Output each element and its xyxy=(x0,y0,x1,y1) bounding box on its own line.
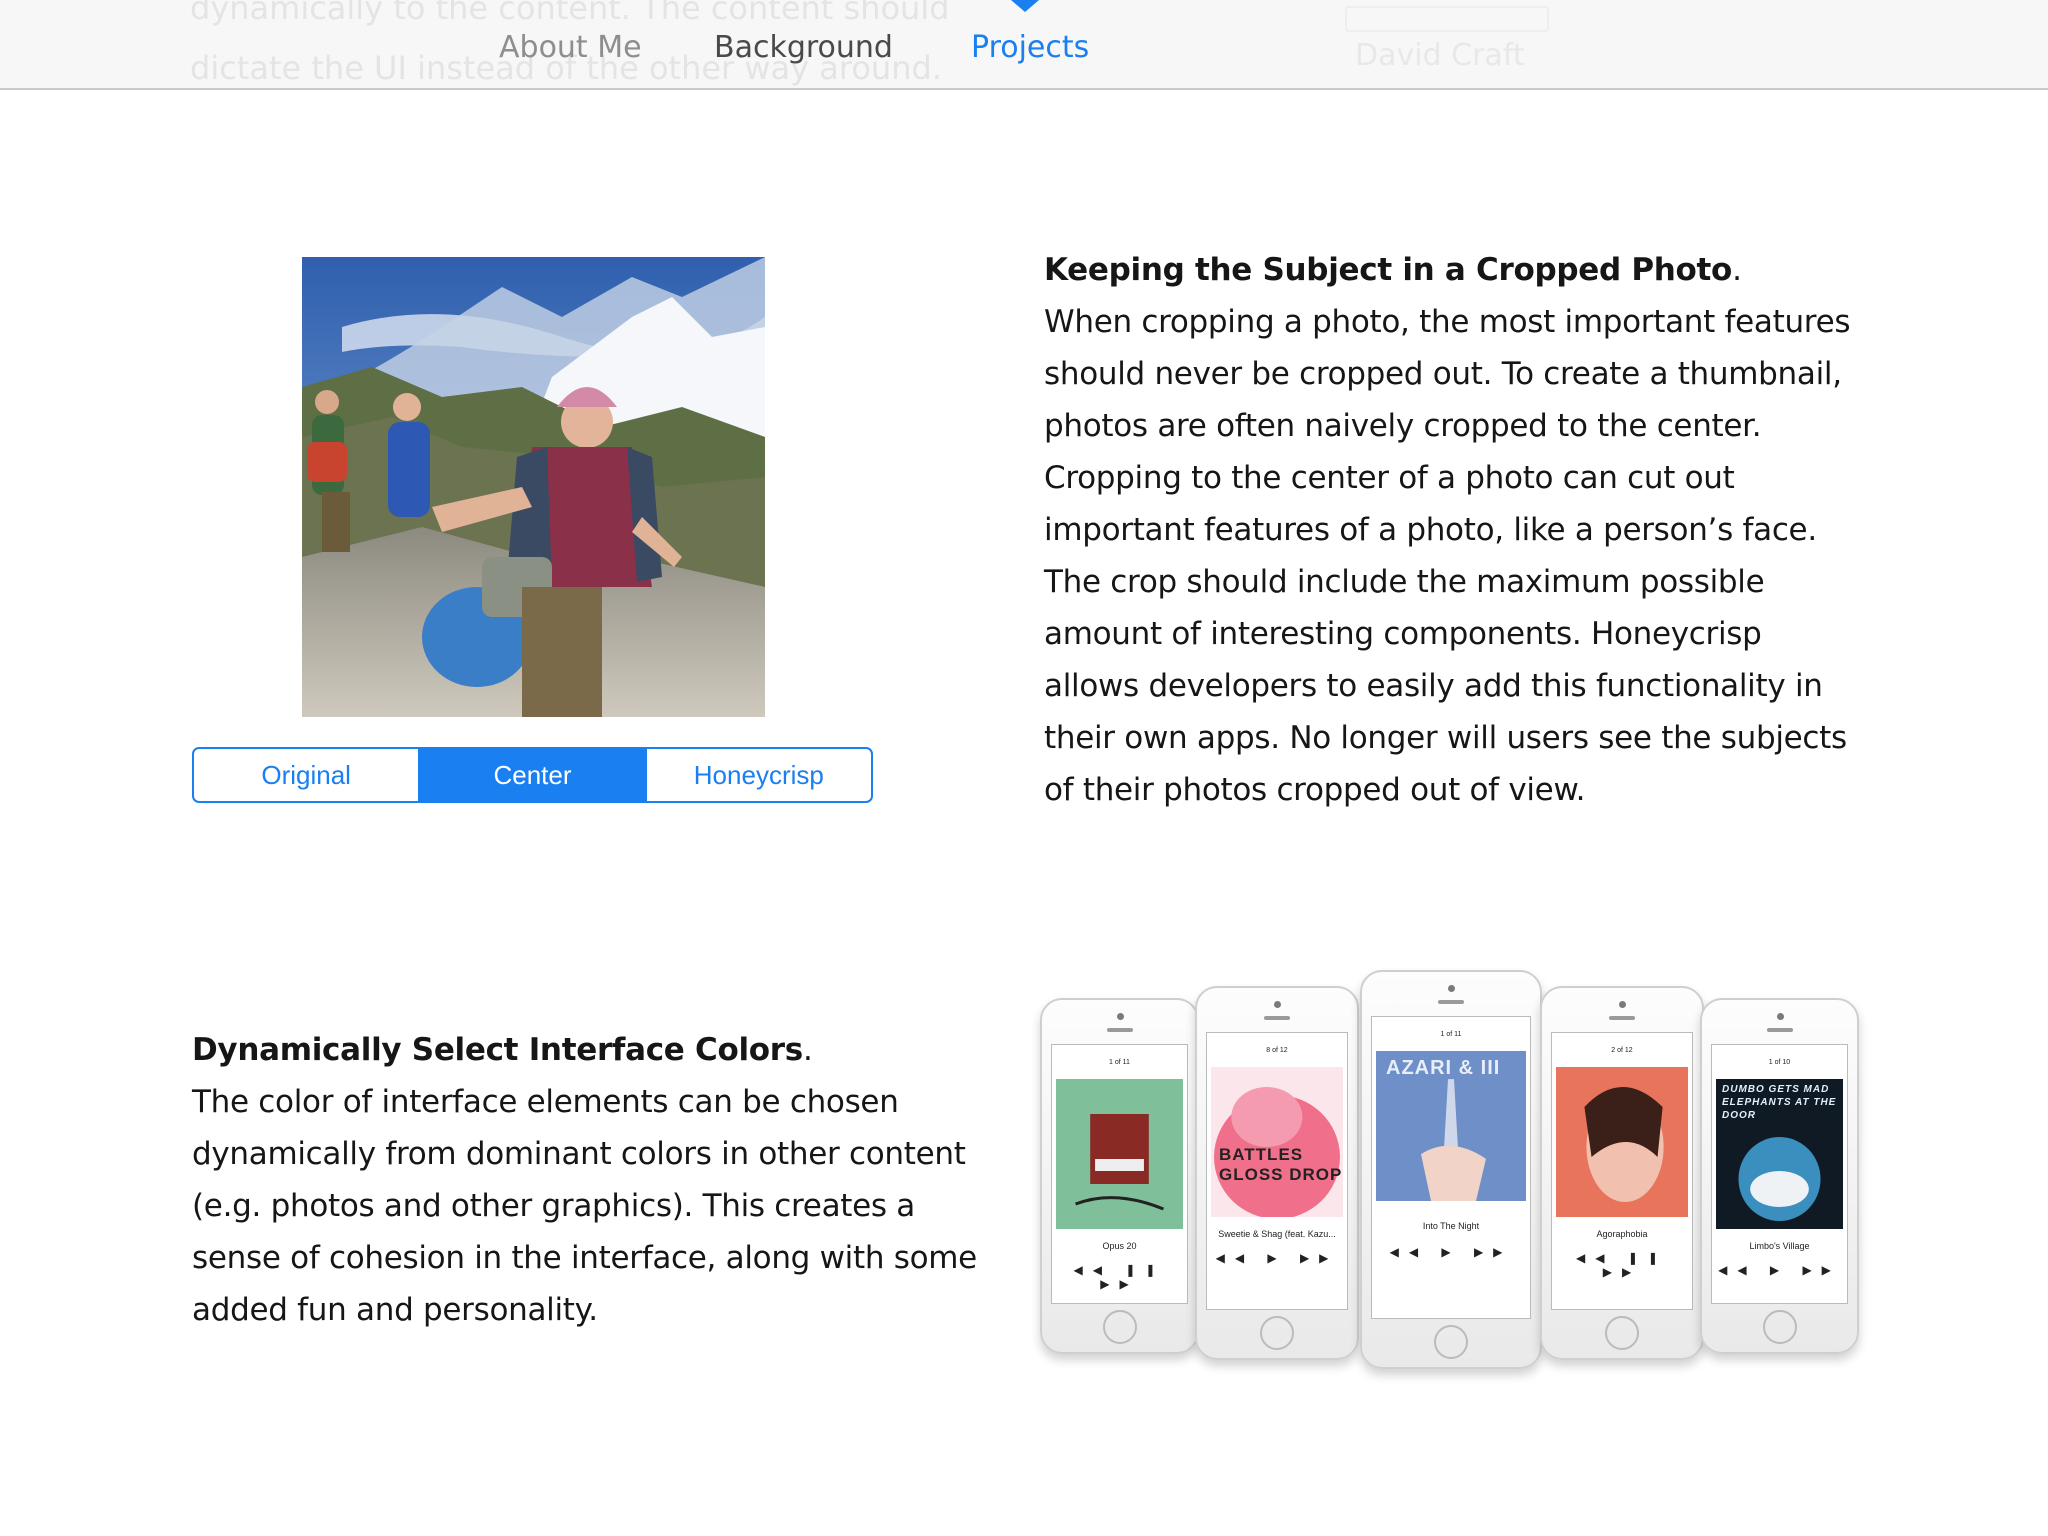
home-button-icon xyxy=(1434,1325,1468,1359)
playback-controls-icon: ◀◀ ▶ ▶▶ xyxy=(1215,1251,1339,1265)
phone-screen: 8 of 12 BATTLES GLOSS DROP Sweetie & Sha… xyxy=(1206,1032,1348,1310)
home-button-icon xyxy=(1605,1316,1639,1350)
colors-description: Dynamically Select Interface Colors. The… xyxy=(192,1024,992,1336)
iphone-1: 1 of 11 Opus 20 ◀◀ ❚❚ ▶▶ xyxy=(1040,998,1199,1354)
title-period: . xyxy=(802,1032,813,1068)
phone-screen: 1 of 11 Opus 20 ◀◀ ❚❚ ▶▶ xyxy=(1051,1044,1188,1304)
active-tab-caret-icon xyxy=(1011,0,1039,12)
colors-section-title: Dynamically Select Interface Colors xyxy=(192,1032,803,1068)
camera-icon xyxy=(1116,1013,1124,1020)
album-art-text: DUMBO GETS MAD ELEPHANTS AT THE DOOR xyxy=(1722,1084,1837,1121)
track-title: Agoraphobia xyxy=(1596,1229,1648,1239)
colors-section-body: The color of interface elements can be c… xyxy=(192,1084,977,1328)
crop-section-body: When cropping a photo, the most importan… xyxy=(1044,304,1851,808)
iphone-4: 2 of 12 Agoraphobia ◀◀ ❚❚ ▶▶ xyxy=(1540,986,1704,1360)
album-art-agoraphobia xyxy=(1556,1067,1688,1217)
playback-controls-icon: ◀◀ ▶ ▶▶ xyxy=(1389,1245,1513,1259)
segment-center[interactable]: Center xyxy=(418,749,645,801)
album-art-dumbo: DUMBO GETS MAD ELEPHANTS AT THE DOOR xyxy=(1716,1079,1843,1229)
speaker-grille xyxy=(1766,1028,1793,1032)
track-count: 1 of 10 xyxy=(1768,1059,1791,1066)
phone-screen: 1 of 10 DUMBO GETS MAD ELEPHANTS AT THE … xyxy=(1711,1044,1848,1304)
home-button-icon xyxy=(1260,1316,1294,1350)
home-button-icon xyxy=(1102,1310,1137,1344)
crop-section-title: Keeping the Subject in a Cropped Photo xyxy=(1044,252,1733,288)
track-title: Opus 20 xyxy=(1102,1241,1137,1251)
segment-original[interactable]: Original xyxy=(194,749,418,801)
photo-illustration xyxy=(302,257,765,717)
phone-screen: 1 of 11 AZARI & III Into The Night ◀◀ ▶ … xyxy=(1371,1016,1531,1319)
speaker-grille xyxy=(1438,1000,1464,1004)
album-art-text: AZARI & III xyxy=(1386,1057,1501,1079)
title-period: . xyxy=(1732,252,1742,288)
ghost-button-outline xyxy=(1345,6,1549,32)
album-art-battles: BATTLES GLOSS DROP xyxy=(1211,1067,1343,1219)
nav-tab-background[interactable]: Background xyxy=(714,28,893,68)
track-count: 1 of 11 xyxy=(1109,1059,1130,1066)
camera-icon xyxy=(1274,1001,1281,1008)
camera-icon xyxy=(1448,985,1455,992)
camera-icon xyxy=(1619,1001,1626,1008)
playback-controls-icon: ◀◀ ❚❚ ▶▶ xyxy=(1576,1251,1668,1279)
album-art-piano xyxy=(1056,1079,1183,1229)
crop-mode-segmented-control: Original Center Honeycrisp xyxy=(192,747,873,803)
hikers-mountain-photo xyxy=(302,257,765,717)
top-nav-bar: dynamically to the content. The content … xyxy=(0,0,2048,90)
track-title: Sweetie & Shag (feat. Kazu... xyxy=(1218,1229,1336,1239)
track-count: 8 of 12 xyxy=(1266,1047,1288,1054)
ghost-author-name: David Craft xyxy=(1355,38,1525,73)
album-art-graphic xyxy=(1556,1067,1688,1217)
track-title: Into The Night xyxy=(1422,1221,1480,1231)
nav-tab-projects[interactable]: Projects xyxy=(971,28,1089,68)
iphone-5: 1 of 10 DUMBO GETS MAD ELEPHANTS AT THE … xyxy=(1700,998,1859,1354)
nav-tab-about-me[interactable]: About Me xyxy=(499,28,642,68)
playback-controls-icon: ◀◀ ❚❚ ▶▶ xyxy=(1073,1263,1166,1291)
speaker-grille xyxy=(1264,1016,1290,1020)
segment-honeycrisp[interactable]: Honeycrisp xyxy=(644,749,871,801)
iphone-music-player-lineup: 1 of 11 Opus 20 ◀◀ ❚❚ ▶▶ 8 of 12 BATTLES… xyxy=(1040,970,1860,1370)
album-art-graphic xyxy=(1056,1079,1183,1229)
speaker-grille xyxy=(1609,1016,1635,1020)
album-art-graphic xyxy=(1211,1067,1343,1219)
home-button-icon xyxy=(1762,1310,1797,1344)
camera-icon xyxy=(1776,1013,1784,1020)
track-count: 1 of 11 xyxy=(1440,1031,1462,1038)
iphone-2: 8 of 12 BATTLES GLOSS DROP Sweetie & Sha… xyxy=(1195,986,1359,1360)
track-count: 2 of 12 xyxy=(1611,1047,1633,1054)
album-art-azari: AZARI & III xyxy=(1376,1051,1526,1201)
phone-screen: 2 of 12 Agoraphobia ◀◀ ❚❚ ▶▶ xyxy=(1551,1032,1693,1310)
iphone-3: 1 of 11 AZARI & III Into The Night ◀◀ ▶ … xyxy=(1360,970,1542,1369)
playback-controls-icon: ◀◀ ▶ ▶▶ xyxy=(1718,1263,1841,1277)
album-art-text: BATTLES GLOSS DROP xyxy=(1219,1145,1343,1184)
speaker-grille xyxy=(1106,1028,1133,1032)
crop-description: Keeping the Subject in a Cropped Photo. … xyxy=(1044,244,1864,816)
track-title: Limbo's Village xyxy=(1749,1241,1810,1251)
